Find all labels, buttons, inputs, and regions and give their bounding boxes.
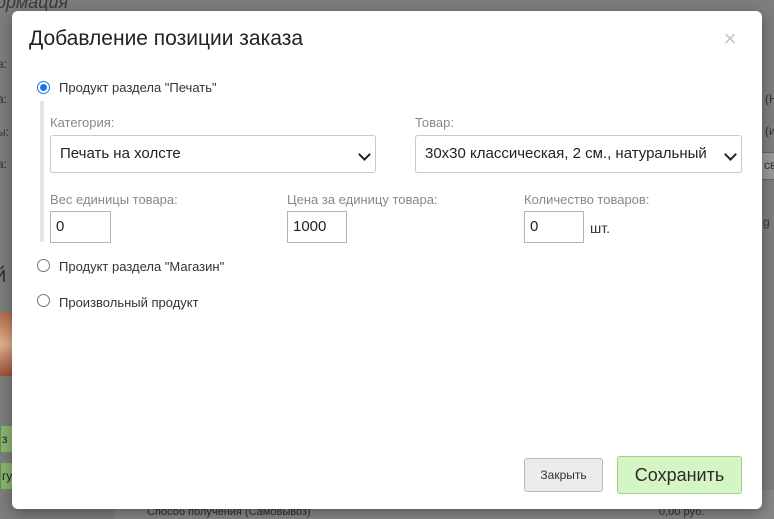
bg-section-heading: й	[0, 262, 7, 287]
product-label: Товар:	[415, 115, 454, 130]
radio-shop-product-label[interactable]: Продукт раздела "Магазин"	[59, 259, 224, 274]
add-order-item-dialog: Добавление позиции заказа × Продукт разд…	[12, 11, 762, 509]
price-label: Цена за единицу товара:	[287, 192, 438, 207]
radio-custom-product-label[interactable]: Произвольный продукт	[59, 295, 199, 310]
quantity-label: Количество товаров:	[524, 192, 650, 207]
close-icon[interactable]: ×	[722, 28, 738, 50]
quantity-unit: шт.	[590, 220, 610, 236]
bg-side-label: а:	[0, 157, 8, 171]
bg-side-label: а:	[0, 92, 8, 106]
radio-print-product-label[interactable]: Продукт раздела "Печать"	[59, 80, 217, 95]
radio-print-product[interactable]	[37, 81, 50, 94]
chevron-down-icon	[358, 148, 371, 161]
chevron-down-icon	[724, 148, 737, 161]
radio-custom-product[interactable]	[37, 294, 50, 307]
weight-label: Вес единицы товара:	[50, 192, 178, 207]
bg-side-label: а:	[0, 57, 8, 71]
dialog-title: Добавление позиции заказа	[29, 27, 304, 50]
category-label: Категория:	[50, 115, 115, 130]
bg-side-label: ы:	[0, 125, 9, 139]
bg-right-text: св	[764, 158, 774, 172]
weight-input[interactable]: 0	[50, 211, 111, 243]
price-input[interactable]: 1000	[287, 211, 347, 243]
radio-shop-product[interactable]	[37, 259, 50, 272]
save-button[interactable]: Сохранить	[617, 456, 742, 494]
product-select-value: 30х30 классическая, 2 см., натуральный	[425, 145, 707, 162]
category-select-value: Печать на холсте	[60, 145, 181, 162]
bg-product-thumbnail	[0, 312, 12, 376]
bg-right-text: (Н	[765, 92, 774, 106]
bg-right-text: (и	[765, 124, 774, 138]
section-indent-bar	[40, 101, 44, 242]
product-select[interactable]: 30х30 классическая, 2 см., натуральный	[415, 135, 742, 173]
category-select[interactable]: Печать на холсте	[50, 135, 376, 173]
close-button[interactable]: Закрыть	[524, 458, 603, 492]
bg-right-text: g	[763, 215, 770, 229]
quantity-input[interactable]: 0	[524, 211, 584, 243]
